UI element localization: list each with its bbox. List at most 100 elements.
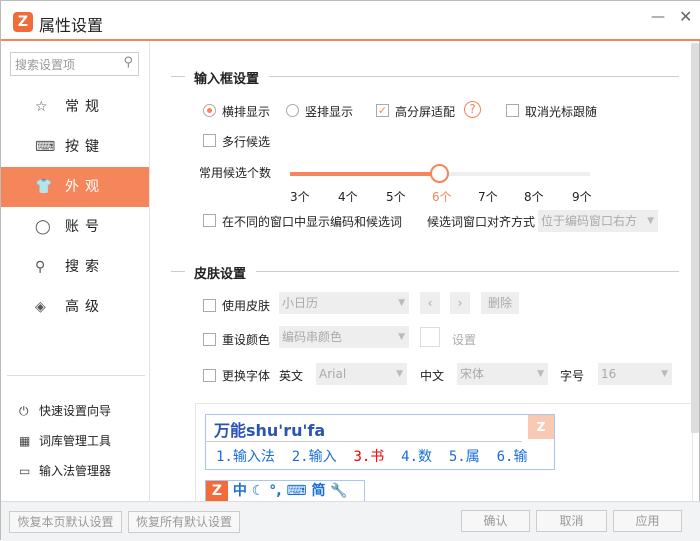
align-value: 位于编码窗口右方	[541, 214, 638, 228]
nav-label: 高级	[65, 299, 105, 315]
nav-label: 按键	[65, 139, 105, 155]
separate-window-checkbox[interactable]	[203, 214, 216, 227]
color-settings-button[interactable]: 设置	[452, 331, 476, 348]
align-label: 候选词窗口对齐方式	[427, 215, 536, 229]
user-icon: ◯	[35, 219, 51, 235]
restore-page-defaults-button[interactable]: 恢复本页默认设置	[9, 511, 122, 533]
dictionary-tool-link[interactable]: ▦ 词库管理工具	[19, 431, 111, 451]
change-font-checkbox[interactable]	[203, 369, 216, 382]
divider	[269, 76, 679, 77]
chevron-down-icon: ▼	[647, 216, 654, 226]
tool-label: 词库管理工具	[39, 434, 112, 448]
candidate-highlighted: 3.书	[353, 449, 385, 465]
search-icon[interactable]: ⚲	[123, 55, 133, 70]
layers-icon: ◈	[35, 299, 46, 315]
delete-skin-button[interactable]: 删除	[481, 292, 519, 314]
candidate-count-slider[interactable]	[290, 164, 590, 183]
skin-dropdown[interactable]: 小日历 ▼	[279, 292, 409, 314]
cancel-cursor-follow-checkbox[interactable]	[506, 104, 519, 117]
close-button[interactable]: ✕	[679, 7, 692, 26]
settings-window: Z 属性设置 — ✕ 搜索设置项 ⚲ ☆ 常规 ⌨ 按键 👕 外观 ◯ 账号 ⚲ 搜索 ◈…	[0, 0, 700, 541]
candidate: 4.数	[401, 449, 433, 465]
chinese-font-dropdown[interactable]: 宋体 ▼	[457, 363, 548, 385]
tick-label: 7个	[478, 190, 498, 204]
simplified-indicator: 简	[311, 483, 326, 499]
color-swatch[interactable]	[420, 327, 440, 347]
skin-preview: 万能shu'ru'fa Z 1.输入法 2.输入 3.书 4.数 5.属 6.输…	[195, 403, 693, 503]
star-icon: ☆	[35, 99, 48, 115]
nav-item-search[interactable]: ⚲ 搜索	[1, 247, 149, 287]
restore-all-defaults-button[interactable]: 恢复所有默认设置	[128, 511, 240, 533]
font-size-dropdown[interactable]: 16 ▼	[598, 363, 672, 385]
apply-button[interactable]: 应用	[613, 510, 682, 532]
font-size-value: 16	[601, 367, 617, 381]
tool-label: 输入法管理器	[39, 464, 112, 478]
divider	[206, 441, 522, 442]
multiline-label: 多行候选	[222, 135, 271, 149]
chinese-font-value: 宋体	[460, 367, 485, 381]
candidate: 1.输入法	[216, 449, 275, 465]
chinese-mode-indicator: 中	[232, 483, 247, 499]
horizontal-radio[interactable]	[203, 104, 216, 117]
slider-handle[interactable]	[430, 164, 449, 183]
reset-color-checkbox[interactable]	[203, 333, 216, 346]
change-font-label: 更换字体	[222, 369, 271, 383]
tick-label: 8个	[524, 190, 544, 204]
chevron-down-icon: ▼	[398, 332, 405, 342]
skin-value: 小日历	[282, 296, 319, 310]
tick-label: 4个	[338, 190, 358, 204]
next-skin-button[interactable]: ›	[450, 292, 470, 314]
tick-label: 5个	[386, 190, 406, 204]
nav-label: 外观	[65, 179, 105, 195]
multiline-checkbox[interactable]	[203, 134, 216, 147]
shirt-icon: 👕	[35, 179, 53, 195]
monitor-icon: ▭	[19, 464, 31, 478]
sidebar: 搜索设置项 ⚲ ☆ 常规 ⌨ 按键 👕 外观 ◯ 账号 ⚲ 搜索 ◈ 高级 ⏻ 快速设置向导 …	[1, 41, 150, 501]
divider	[256, 271, 679, 272]
vertical-radio[interactable]	[286, 104, 299, 117]
help-icon[interactable]: ?	[464, 101, 481, 118]
nav-label: 常规	[65, 99, 105, 115]
tick-label: 9个	[572, 190, 592, 204]
tool-label: 快速设置向导	[39, 404, 112, 418]
ok-button[interactable]: 确认	[461, 510, 530, 532]
use-skin-checkbox[interactable]	[203, 299, 216, 312]
minimize-button[interactable]: —	[651, 9, 665, 25]
composition-text: 万能shu'ru'fa	[214, 421, 326, 440]
divider	[7, 375, 145, 376]
nav-item-general[interactable]: ☆ 常规	[1, 87, 149, 127]
english-font-value: Arial	[319, 367, 347, 381]
nav-label: 账号	[65, 219, 105, 235]
nav-item-account[interactable]: ◯ 账号	[1, 207, 149, 247]
nav-item-advanced[interactable]: ◈ 高级	[1, 287, 149, 327]
search-input[interactable]: 搜索设置项 ⚲	[10, 52, 139, 76]
window-title: 属性设置	[39, 16, 104, 35]
font-size-label: 字号	[560, 369, 585, 383]
cancel-cursor-follow-label: 取消光标跟随	[525, 105, 598, 119]
tick-label: 3个	[290, 190, 310, 204]
nav-item-appearance[interactable]: 👕 外观	[1, 167, 149, 207]
keyboard-icon: ⌨	[286, 483, 307, 499]
hidpi-label: 高分屏适配	[395, 105, 456, 119]
section-title-input-box: 输入框设置	[194, 72, 260, 87]
divider	[171, 76, 185, 77]
align-dropdown[interactable]: 位于编码窗口右方 ▼	[538, 210, 658, 232]
search-placeholder: 搜索设置项	[15, 58, 76, 72]
nav-item-keys[interactable]: ⌨ 按键	[1, 127, 149, 167]
candidate-window-preview: 万能shu'ru'fa Z 1.输入法 2.输入 3.书 4.数 5.属 6.输	[205, 414, 555, 470]
hidpi-checkbox[interactable]: ✓	[376, 104, 389, 117]
english-font-dropdown[interactable]: Arial ▼	[316, 363, 407, 385]
grid-icon: ▦	[19, 434, 31, 448]
ime-manager-link[interactable]: ▭ 输入法管理器	[19, 461, 111, 481]
footer: 恢复本页默认设置 恢复所有默认设置 确认 取消 应用	[1, 501, 700, 541]
vertical-label: 竖排显示	[305, 105, 354, 119]
quick-setup-wizard-link[interactable]: ⏻ 快速设置向导	[19, 401, 111, 421]
separate-window-label: 在不同的窗口中显示编码和候选词	[222, 215, 403, 229]
color-target-dropdown[interactable]: 编码串颜色 ▼	[279, 326, 409, 348]
cancel-button[interactable]: 取消	[536, 510, 607, 532]
candidate: 2.输入	[291, 449, 337, 465]
prev-skin-button[interactable]: ‹	[420, 292, 440, 314]
scrollbar[interactable]	[691, 43, 699, 433]
title-bar: Z 属性设置 — ✕	[1, 1, 700, 41]
nav-label: 搜索	[65, 259, 105, 275]
